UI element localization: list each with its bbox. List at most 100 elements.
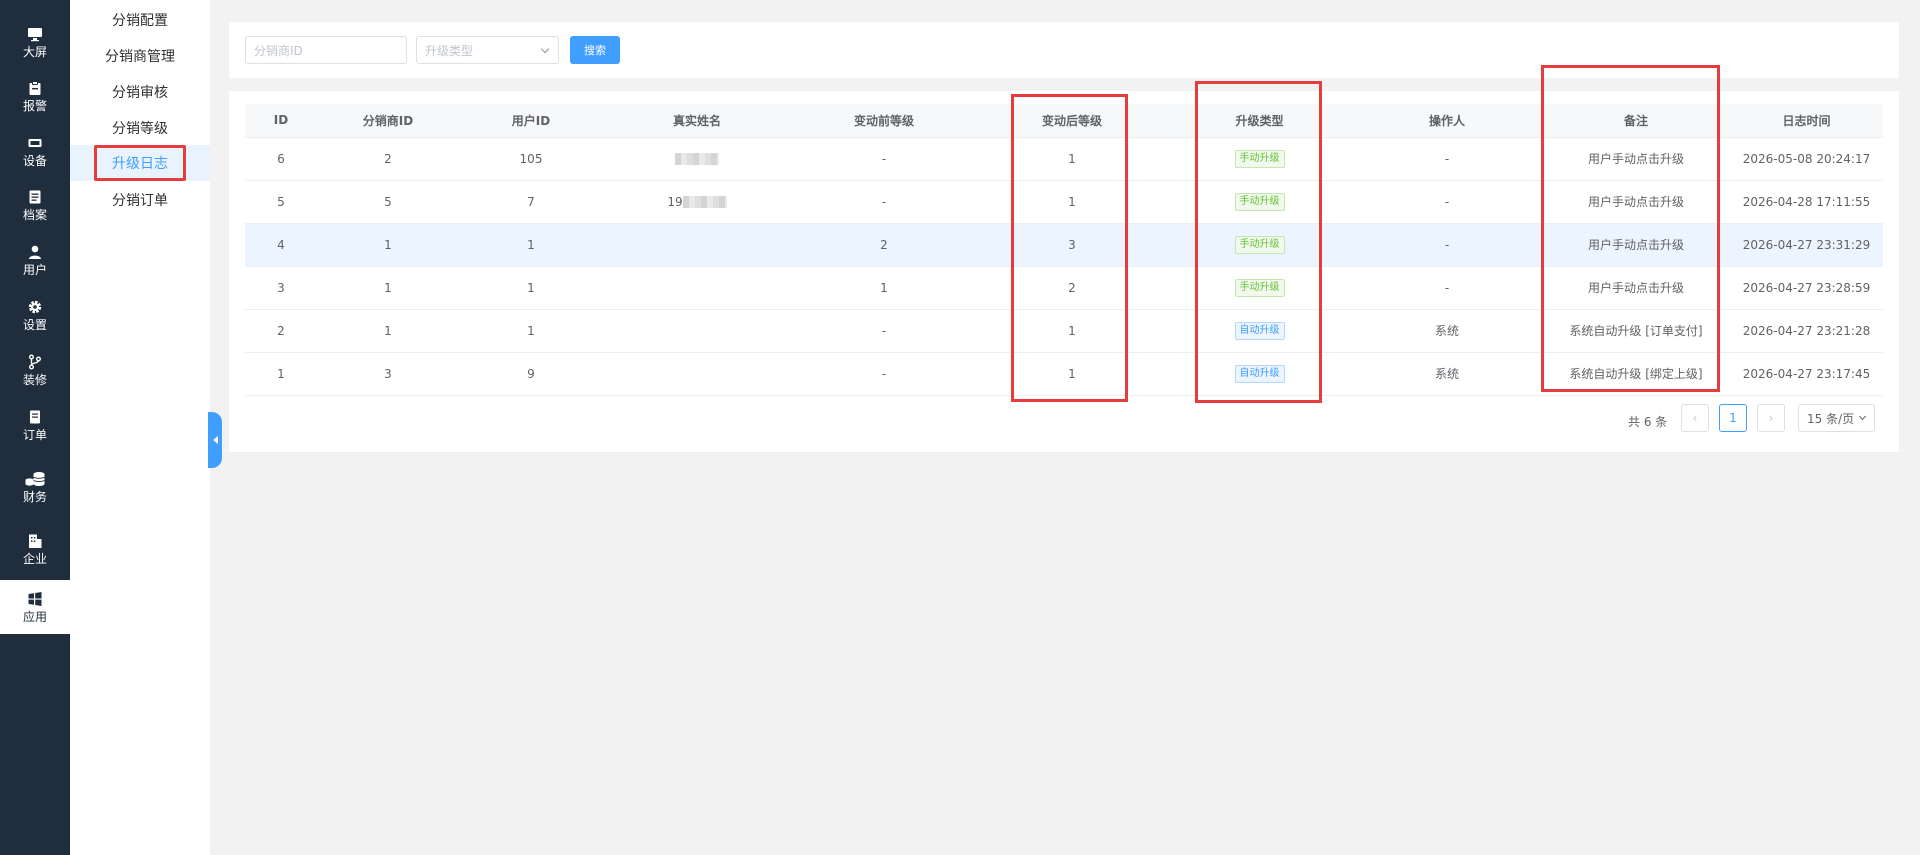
distributor-id-input[interactable]: 分销商ID — [245, 36, 407, 64]
cell-level-after: 1 — [977, 137, 1167, 181]
table-header-row: ID 分销商ID 用户ID 真实姓名 变动前等级 变动后等级 升级类型 操作人 … — [245, 104, 1883, 138]
collapse-sidebar-toggle[interactable] — [208, 412, 222, 468]
rail-item-user[interactable]: 用户 — [0, 233, 70, 287]
rail-label: 财务 — [22, 489, 47, 504]
cell-upgrade-type: 自动升级 — [1167, 309, 1352, 353]
cell-id: 6 — [245, 137, 317, 181]
rail-label: 大屏 — [22, 44, 47, 59]
cell-level-after: 1 — [977, 352, 1167, 396]
order-icon — [30, 410, 40, 423]
submenu-item-level[interactable]: 分销等级 — [70, 110, 210, 146]
cell-distributor-id: 3 — [317, 352, 459, 396]
rail-label: 企业 — [22, 551, 47, 566]
redacted-name — [682, 196, 727, 208]
cell-id: 4 — [245, 223, 317, 267]
rail-label: 报警 — [22, 98, 47, 113]
rail-label: 应用 — [22, 609, 47, 624]
header-remark[interactable]: 备注 — [1542, 104, 1730, 138]
cell-level-before: - — [791, 137, 977, 181]
submenu-label: 分销订单 — [112, 193, 168, 209]
rail-item-order[interactable]: 订单 — [0, 398, 70, 452]
table-row[interactable]: 1 3 9 - 1 自动升级 系统 系统自动升级 [绑定上级] 2026-04-… — [245, 352, 1883, 396]
prev-page-button[interactable]: ‹ — [1681, 404, 1709, 432]
cell-real-name — [603, 266, 791, 310]
cell-user-id: 1 — [459, 266, 603, 310]
submenu-label: 分销等级 — [112, 121, 168, 137]
cell-log-time: 2026-05-08 20:24:17 — [1730, 137, 1883, 181]
submenu-item-upgrade-log[interactable]: 升级日志 — [70, 145, 210, 181]
header-level-before[interactable]: 变动前等级 — [791, 104, 977, 138]
rail-item-alarm[interactable]: 报警 — [0, 69, 70, 123]
table-row[interactable]: 6 2 105 - 1 手动升级 - 用户手动点击升级 2026-05-08 2… — [245, 137, 1883, 181]
table-row[interactable]: 4 1 1 2 3 手动升级 - 用户手动点击升级 2026-04-27 23:… — [245, 223, 1883, 267]
cell-real-name — [603, 137, 791, 181]
rail-label: 装修 — [22, 372, 47, 387]
cell-user-id: 1 — [459, 223, 603, 267]
table-row[interactable]: 5 5 7 19 - 1 手动升级 - 用户手动点击升级 2026-04-28 … — [245, 180, 1883, 224]
cell-level-after: 1 — [977, 309, 1167, 353]
submenu-item-config[interactable]: 分销配置 — [70, 2, 210, 38]
submenu-item-orders[interactable]: 分销订单 — [70, 182, 210, 218]
cell-upgrade-type: 手动升级 — [1167, 223, 1352, 267]
cell-user-id: 9 — [459, 352, 603, 396]
page-size-select[interactable]: 15 条/页 — [1798, 404, 1875, 432]
gear-icon — [28, 300, 42, 313]
cell-level-before: 1 — [791, 266, 977, 310]
upgrade-type-tag: 手动升级 — [1234, 192, 1285, 211]
cell-remark: 用户手动点击升级 — [1542, 180, 1730, 224]
rail-item-finance[interactable]: 财务 — [0, 460, 70, 514]
cell-user-id: 1 — [459, 309, 603, 353]
header-upgrade-type[interactable]: 升级类型 — [1167, 104, 1352, 138]
submenu-label: 分销审核 — [112, 85, 168, 101]
next-page-button[interactable]: › — [1757, 404, 1785, 432]
rail-item-settings[interactable]: 设置 — [0, 288, 70, 342]
cell-upgrade-type: 手动升级 — [1167, 180, 1352, 224]
cell-user-id: 7 — [459, 180, 603, 224]
upgrade-type-tag: 手动升级 — [1234, 149, 1285, 168]
submenu-label: 升级日志 — [94, 145, 186, 181]
header-distributor-id[interactable]: 分销商ID — [317, 104, 459, 138]
upgrade-type-select[interactable]: 升级类型 — [416, 36, 559, 64]
cell-id: 2 — [245, 309, 317, 353]
header-id[interactable]: ID — [245, 104, 317, 138]
header-log-time[interactable]: 日志时间 — [1730, 104, 1883, 138]
cell-level-before: - — [791, 352, 977, 396]
page-1-button[interactable]: 1 — [1719, 404, 1747, 432]
rail-item-decoration[interactable]: 装修 — [0, 343, 70, 397]
rail-item-device[interactable]: 设备 — [0, 124, 70, 178]
cell-distributor-id: 5 — [317, 180, 459, 224]
table-row[interactable]: 2 1 1 - 1 自动升级 系统 系统自动升级 [订单支付] 2026-04-… — [245, 309, 1883, 353]
apps-grid-icon — [28, 591, 42, 606]
cell-level-after: 1 — [977, 180, 1167, 224]
cell-log-time: 2026-04-28 17:11:55 — [1730, 180, 1883, 224]
cell-real-name — [603, 352, 791, 396]
cell-real-name — [603, 223, 791, 267]
cell-upgrade-type: 手动升级 — [1167, 266, 1352, 310]
pagination-total: 共 6 条 — [1628, 415, 1668, 429]
rail-item-apps[interactable]: 应用 — [0, 580, 70, 634]
search-button[interactable]: 搜索 — [570, 36, 620, 64]
cell-id: 1 — [245, 352, 317, 396]
cell-remark: 用户手动点击升级 — [1542, 266, 1730, 310]
rail-label: 订单 — [22, 427, 47, 442]
header-operator[interactable]: 操作人 — [1352, 104, 1542, 138]
submenu-item-distributor-manage[interactable]: 分销商管理 — [70, 38, 210, 74]
submenu-item-review[interactable]: 分销审核 — [70, 74, 210, 110]
cell-level-after: 2 — [977, 266, 1167, 310]
cell-distributor-id: 1 — [317, 223, 459, 267]
cell-id: 5 — [245, 180, 317, 224]
distribution-submenu: 分销配置 分销商管理 分销审核 分销等级 升级日志 分销订单 — [70, 0, 210, 855]
header-real-name[interactable]: 真实姓名 — [603, 104, 791, 138]
table-row[interactable]: 3 1 1 1 2 手动升级 - 用户手动点击升级 2026-04-27 23:… — [245, 266, 1883, 310]
branch-icon — [29, 354, 41, 369]
header-user-id[interactable]: 用户ID — [459, 104, 603, 138]
cell-distributor-id: 1 — [317, 309, 459, 353]
cell-operator: 系统 — [1352, 309, 1542, 353]
rail-item-dashboard[interactable]: 大屏 — [0, 15, 70, 69]
header-level-after[interactable]: 变动后等级 — [977, 104, 1167, 138]
rail-item-enterprise[interactable]: 企业 — [0, 522, 70, 576]
rail-item-archive[interactable]: 档案 — [0, 178, 70, 232]
file-icon — [29, 190, 41, 203]
cell-level-before: - — [791, 309, 977, 353]
device-icon — [28, 138, 42, 147]
